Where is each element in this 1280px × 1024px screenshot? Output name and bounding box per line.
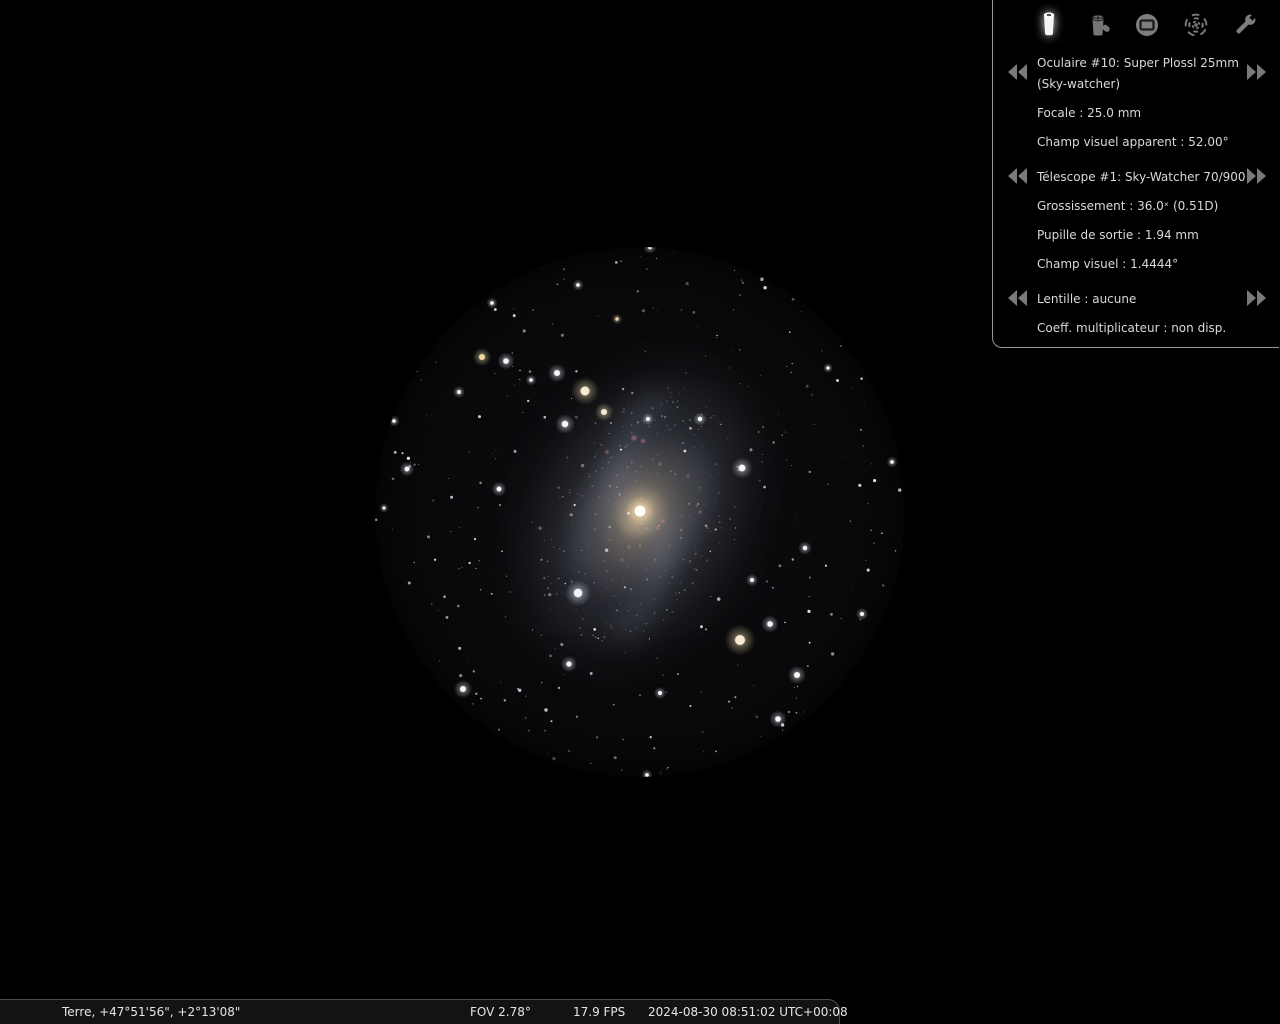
telrad-view-icon[interactable] xyxy=(1181,10,1211,40)
crosshairs-icon[interactable] xyxy=(1083,10,1113,40)
next-telescope-button[interactable] xyxy=(1245,167,1267,185)
ocular-apparent-fov: Champ visuel apparent : 52.00° xyxy=(1037,135,1229,149)
previous-lens-button[interactable] xyxy=(1007,289,1029,307)
lens-multiplier: Coeff. multiplicateur : non disp. xyxy=(1037,321,1227,335)
ocular-focal-length: Focale : 25.0 mm xyxy=(1037,106,1142,120)
previous-telescope-button[interactable] xyxy=(1007,167,1029,185)
lens-name: Lentille : aucune xyxy=(1037,292,1137,306)
telescope-name: Télescope #1: Sky-Watcher 70/900 xyxy=(1037,170,1246,184)
location-text: Terre, +47°51'56", +2°13'08" xyxy=(62,1005,241,1019)
true-fov: Champ visuel : 1.4444° xyxy=(1037,257,1179,271)
ocular-name-line1: Oculaire #10: Super Plossl 25mm xyxy=(1037,56,1239,70)
galaxy-core-star xyxy=(610,481,670,541)
fov-text: FOV 2.78° xyxy=(470,1005,531,1019)
settings-icon[interactable] xyxy=(1230,10,1260,40)
ocular-view-icon[interactable] xyxy=(1034,10,1064,40)
next-lens-button[interactable] xyxy=(1245,289,1267,307)
sensor-view-icon[interactable] xyxy=(1132,10,1162,40)
exit-pupil: Pupille de sortie : 1.94 mm xyxy=(1037,228,1199,242)
previous-ocular-button[interactable] xyxy=(1007,63,1029,81)
magnification: Grossissement : 36.0ˣ (0.51D) xyxy=(1037,199,1219,213)
datetime-text: 2024-08-30 08:51:02 UTC+00:08 xyxy=(648,1005,848,1019)
oculars-panel: Oculaire #10: Super Plossl 25mm (Sky-wat… xyxy=(992,0,1279,348)
fps-text: 17.9 FPS xyxy=(573,1005,626,1019)
status-bar: Terre, +47°51'56", +2°13'08" FOV 2.78° 1… xyxy=(0,999,848,1024)
ocular-name-line2: (Sky-watcher) xyxy=(1037,77,1121,91)
stellarium-window: Oculaire #10: Super Plossl 25mm (Sky-wat… xyxy=(0,0,1280,1024)
next-ocular-button[interactable] xyxy=(1245,63,1267,81)
